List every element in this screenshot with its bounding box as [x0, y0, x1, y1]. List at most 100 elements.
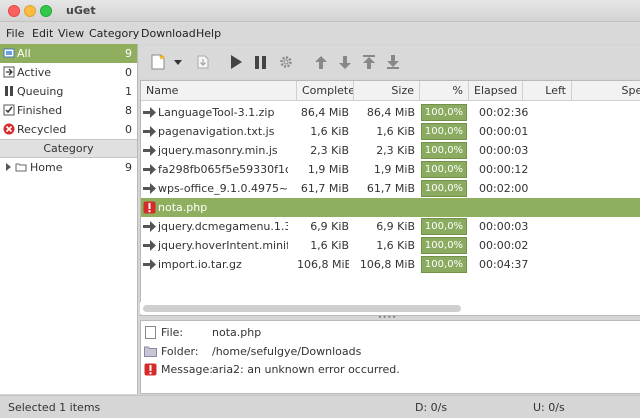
open-file-icon[interactable]	[194, 53, 212, 71]
detail-file-row: File: nota.php	[141, 324, 639, 342]
cell-elapsed	[479, 198, 539, 217]
status-upload-speed: U: 0/s	[533, 401, 565, 414]
state-finished[interactable]: Finished 8	[0, 101, 137, 120]
move-up-icon[interactable]	[312, 53, 330, 71]
menu-help[interactable]: Help	[196, 27, 221, 40]
cell-name: jquery.dcmegamenu.1.3.3.js	[158, 220, 288, 233]
category-home-count: 9	[125, 161, 132, 174]
state-label: Queuing	[17, 85, 64, 98]
download-arrow-icon	[143, 164, 156, 175]
cell-complete: 1,9 MiB	[307, 163, 349, 176]
download-list: Name Complete Size % Elapsed Left Speed …	[140, 80, 640, 316]
cell-elapsed: 00:00:02	[479, 239, 529, 252]
pause-icon[interactable]	[252, 53, 270, 71]
table-row[interactable]: wps-office_9.1.0.4975~a19p 61,7 MiB 61,7 M…	[141, 179, 640, 198]
cell-name: wps-office_9.1.0.4975~a19p	[158, 182, 288, 195]
scrollbar-thumb[interactable]	[143, 305, 461, 312]
folder-value: /home/sefulgye/Downloads	[212, 345, 362, 358]
move-bottom-icon[interactable]	[384, 53, 402, 71]
state-all[interactable]: All 9	[0, 44, 137, 63]
cell-complete: 6,9 KiB	[310, 220, 349, 233]
cell-size: 106,8 MiB	[359, 258, 415, 271]
folder-icon	[144, 346, 157, 357]
cell-size	[354, 198, 415, 217]
column-complete[interactable]: Complete	[297, 81, 354, 101]
menu-category[interactable]: Category	[89, 27, 139, 40]
cell-elapsed: 00:04:37	[479, 258, 529, 271]
folder-icon	[15, 163, 27, 172]
folder-label: Folder:	[161, 345, 199, 358]
menu-edit[interactable]: Edit	[32, 27, 53, 40]
close-window-button[interactable]	[8, 5, 20, 17]
start-icon[interactable]	[227, 53, 245, 71]
minimize-window-button[interactable]	[24, 5, 36, 17]
error-icon	[144, 363, 157, 376]
state-recycled[interactable]: Recycled 0	[0, 120, 137, 139]
category-home[interactable]: Home 9	[0, 158, 137, 177]
state-label: Finished	[17, 104, 63, 117]
cell-complete: 2,3 KiB	[310, 144, 349, 157]
active-icon	[3, 66, 15, 78]
maximize-window-button[interactable]	[40, 5, 52, 17]
title-bar: uGet	[0, 0, 640, 22]
cell-complete: 61,7 MiB	[300, 182, 349, 195]
cell-name: jquery.hoverIntent.minified.j	[158, 239, 288, 252]
cell-size: 1,9 MiB	[373, 163, 415, 176]
expand-arrow-icon[interactable]	[5, 163, 12, 171]
cell-elapsed: 00:02:00	[479, 182, 529, 195]
state-count: 0	[125, 66, 132, 79]
state-count: 8	[125, 104, 132, 117]
cell-name: pagenavigation.txt.js	[158, 125, 275, 138]
download-arrow-icon	[143, 221, 156, 232]
status-download-speed: D: 0/s	[415, 401, 448, 414]
column-name[interactable]: Name	[141, 81, 297, 101]
dropdown-arrow-icon[interactable]	[172, 53, 184, 71]
menu-download[interactable]: Download	[141, 27, 196, 40]
column-speed[interactable]: Speed	[572, 81, 640, 101]
download-arrow-icon	[143, 183, 156, 194]
cell-name: nota.php	[158, 201, 208, 214]
table-row[interactable]: LanguageTool-3.1.zip 86,4 MiB 86,4 MiB 100,…	[141, 103, 640, 122]
move-down-icon[interactable]	[336, 53, 354, 71]
cell-size: 1,6 KiB	[376, 125, 415, 138]
progress-bar: 100,0%	[421, 237, 467, 254]
table-row[interactable]: jquery.masonry.min.js 2,3 KiB 2,3 KiB 100,0…	[141, 141, 640, 160]
cell-complete: 1,6 KiB	[310, 125, 349, 138]
properties-icon[interactable]	[277, 53, 295, 71]
progress-bar: 100,0%	[421, 180, 467, 197]
new-download-icon[interactable]	[149, 53, 167, 71]
cell-size: 6,9 KiB	[376, 220, 415, 233]
state-count: 1	[125, 85, 132, 98]
status-bar: Selected 1 items D: 0/s U: 0/s	[0, 395, 640, 418]
detail-message-row: Message: aria2: an unknown error occurre…	[141, 361, 639, 379]
table-row[interactable]: jquery.dcmegamenu.1.3.3.js 6,9 KiB 6,9 KiB…	[141, 217, 640, 236]
download-arrow-icon	[143, 126, 156, 137]
table-row[interactable]: pagenavigation.txt.js 1,6 KiB 1,6 KiB 100,0…	[141, 122, 640, 141]
progress-bar: 100,0%	[421, 161, 467, 178]
state-queuing[interactable]: Queuing 1	[0, 82, 137, 101]
state-active[interactable]: Active 0	[0, 63, 137, 82]
column-left[interactable]: Left	[523, 81, 572, 101]
category-home-label: Home	[30, 161, 63, 174]
menu-file[interactable]: File	[6, 27, 24, 40]
download-arrow-icon	[143, 259, 156, 270]
table-row[interactable]: jquery.hoverIntent.minified.j 1,6 KiB 1,6 …	[141, 236, 640, 255]
category-pane: All 9 Active 0 Queuing 1 Finished 8 Recy…	[0, 44, 138, 394]
queuing-icon	[5, 86, 13, 96]
cell-name: import.io.tar.gz	[158, 258, 242, 271]
cell-elapsed: 00:00:01	[479, 125, 529, 138]
cell-elapsed: 00:00:03	[479, 144, 529, 157]
move-top-icon[interactable]	[360, 53, 378, 71]
table-row[interactable]: nota.php	[141, 198, 640, 217]
cell-name: jquery.masonry.min.js	[158, 144, 278, 157]
table-row[interactable]: fa298fb065f5e59330f1c311 1,9 MiB 1,9 MiB 10…	[141, 160, 640, 179]
cell-complete: 106,8 MiB	[297, 258, 349, 271]
state-label: Recycled	[17, 123, 67, 136]
table-row[interactable]: import.io.tar.gz 106,8 MiB 106,8 MiB 100,0%…	[141, 255, 640, 274]
column-percent[interactable]: %	[420, 81, 469, 101]
menu-view[interactable]: View	[58, 27, 84, 40]
column-size[interactable]: Size	[354, 81, 420, 101]
column-elapsed[interactable]: Elapsed	[469, 81, 523, 101]
state-label: All	[17, 47, 31, 60]
cell-size: 86,4 MiB	[366, 106, 415, 119]
